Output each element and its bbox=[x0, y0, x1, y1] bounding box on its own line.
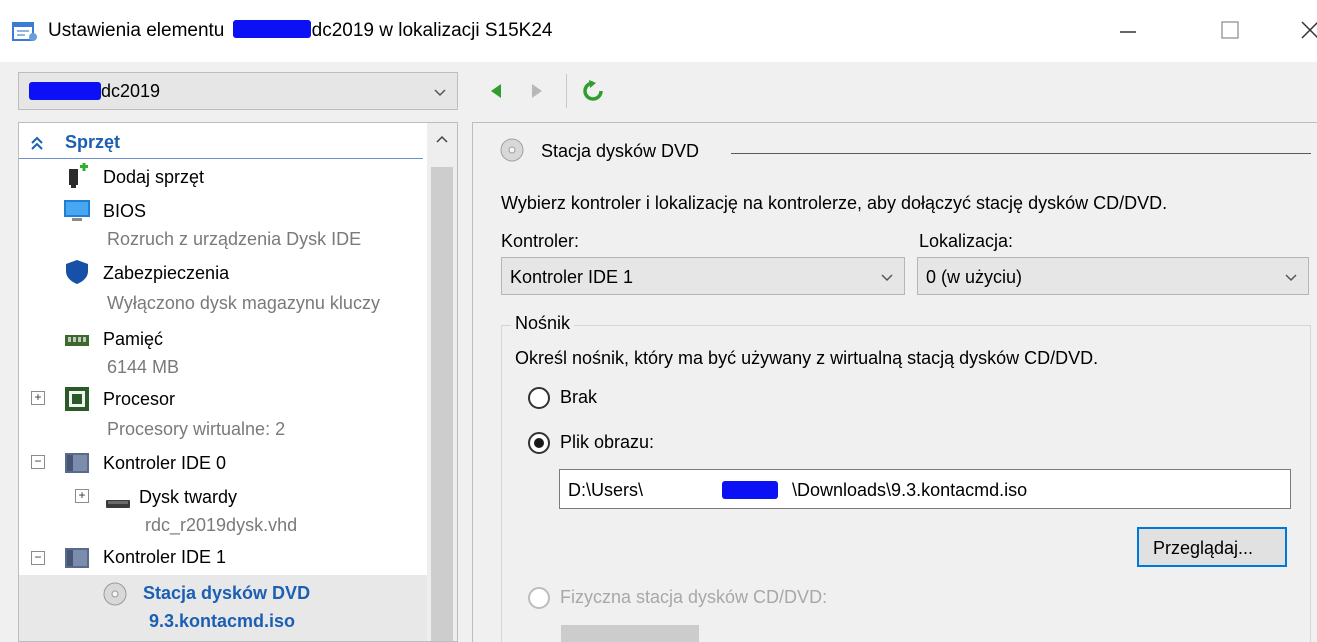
collapse-toggle[interactable]: − bbox=[31, 551, 45, 565]
hardware-item-label: Pamięć bbox=[103, 329, 164, 349]
hard-disk-icon bbox=[106, 500, 130, 508]
window-title-prefix: Ustawienia elementu bbox=[48, 20, 225, 41]
window-title-suffix: dc2019 w lokalizacji S15K24 bbox=[311, 20, 553, 41]
path-prefix: D:\Users\ bbox=[568, 480, 644, 500]
hardware-item-detail: Rozruch z urządzenia Dysk IDE bbox=[107, 229, 362, 249]
hardware-item-label: Kontroler IDE 0 bbox=[103, 453, 227, 473]
chevron-down-icon bbox=[1285, 274, 1297, 282]
collapse-toggle[interactable]: − bbox=[31, 455, 45, 469]
hardware-item-label: Dysk twardy bbox=[139, 487, 238, 507]
hardware-item-label: Stacja dysków DVD bbox=[143, 583, 311, 603]
hardware-section-label: Sprzęt bbox=[65, 132, 121, 152]
hardware-item-label: BIOS bbox=[103, 201, 147, 221]
hardware-item-detail: 9.3.kontacmd.iso bbox=[149, 611, 296, 631]
redaction-mark bbox=[29, 81, 101, 100]
location-select-value: 0 (w użyciu) bbox=[926, 267, 1023, 287]
controller-label: Kontroler: bbox=[501, 231, 580, 251]
title-bar: Ustawienia elementu dc2019 w lokalizacji… bbox=[0, 0, 1317, 62]
vm-name-text: dc2019 bbox=[101, 81, 161, 101]
chevron-down-icon bbox=[434, 89, 446, 97]
ide-controller-icon bbox=[65, 453, 89, 473]
minimize-icon[interactable] bbox=[1108, 10, 1148, 50]
browse-button[interactable]: Przeglądaj... bbox=[1137, 527, 1287, 567]
expand-toggle[interactable]: + bbox=[31, 391, 45, 405]
media-description: Określ nośnik, który ma być używany z wi… bbox=[515, 348, 1099, 368]
controller-select-value: Kontroler IDE 1 bbox=[510, 267, 634, 287]
hardware-item-label: Procesor bbox=[103, 389, 176, 409]
toolbar-separator bbox=[566, 74, 567, 108]
settings-detail-panel: Stacja dysków DVD Wybierz kontroler i lo… bbox=[472, 122, 1317, 642]
browse-button-label: Przeglądaj... bbox=[1153, 538, 1254, 558]
hardware-item-label: Zabezpieczenia bbox=[103, 263, 230, 283]
chevron-down-icon bbox=[881, 274, 893, 282]
media-group-title: Nośnik bbox=[511, 313, 575, 334]
location-label: Lokalizacja: bbox=[919, 231, 1014, 251]
hardware-item-detail: 6144 MB bbox=[107, 357, 180, 377]
image-path-input[interactable]: D:\Users\ \Downloads\9.3.kontacmd.iso bbox=[559, 469, 1291, 509]
hardware-tree-panel: Sprzęt Dodaj sprzęt BIOS Rozruch z urząd… bbox=[18, 122, 458, 642]
chevron-up-icon[interactable] bbox=[433, 131, 451, 147]
hardware-item-label: Dodaj sprzęt bbox=[103, 167, 205, 187]
vm-selector-dropdown[interactable]: dc2019 bbox=[18, 72, 458, 110]
dvd-drive-icon bbox=[500, 138, 524, 162]
scrollbar-thumb[interactable] bbox=[431, 167, 453, 641]
processor-icon bbox=[65, 387, 89, 411]
redaction-mark bbox=[232, 20, 311, 39]
memory-icon bbox=[65, 335, 89, 346]
path-suffix: \Downloads\9.3.kontacmd.iso bbox=[792, 480, 1028, 500]
expand-toggle[interactable]: + bbox=[75, 489, 89, 503]
collapse-arrows-icon bbox=[31, 136, 43, 150]
radio-none[interactable] bbox=[528, 387, 550, 409]
shield-icon bbox=[66, 260, 88, 284]
settings-window-icon bbox=[12, 22, 37, 41]
radio-image-file[interactable] bbox=[528, 432, 550, 454]
hardware-item-label: Kontroler IDE 1 bbox=[103, 547, 227, 567]
vm-selector-value: dc2019 bbox=[29, 81, 160, 103]
hardware-item-detail: Wyłączono dysk magazynu kluczy bbox=[107, 293, 380, 313]
window-title: Ustawienia elementu dc2019 w lokalizacji… bbox=[48, 20, 552, 42]
refresh-icon[interactable] bbox=[580, 78, 606, 104]
hardware-item-detail: Procesory wirtualne: 2 bbox=[107, 419, 286, 439]
maximize-icon[interactable] bbox=[1210, 10, 1250, 50]
location-select[interactable]: 0 (w użyciu) bbox=[917, 257, 1309, 295]
radio-physical-drive-label: Fizyczna stacja dysków CD/DVD: bbox=[560, 587, 828, 607]
physical-drive-select bbox=[561, 625, 699, 642]
forward-arrow-icon[interactable] bbox=[524, 78, 550, 104]
hardware-item-detail: rdc_r2019dysk.vhd bbox=[145, 515, 298, 535]
add-hardware-icon bbox=[69, 163, 88, 188]
redaction-mark bbox=[722, 481, 778, 499]
radio-physical-drive bbox=[528, 587, 550, 609]
hardware-item-dvd-drive[interactable]: Stacja dysków DVD 9.3.kontacmd.iso bbox=[19, 575, 429, 641]
dvd-description: Wybierz kontroler i lokalizację na kontr… bbox=[501, 193, 1168, 213]
hardware-section-header[interactable]: Sprzęt bbox=[19, 127, 423, 159]
close-icon[interactable] bbox=[1290, 10, 1317, 50]
bios-icon bbox=[64, 200, 90, 221]
controller-select[interactable]: Kontroler IDE 1 bbox=[501, 257, 905, 295]
radio-none-label[interactable]: Brak bbox=[560, 387, 597, 408]
ide-controller-icon bbox=[65, 548, 89, 568]
group-title: Stacja dysków DVD bbox=[541, 141, 700, 161]
tree-scrollbar[interactable] bbox=[427, 123, 457, 641]
radio-image-file-label[interactable]: Plik obrazu: bbox=[560, 432, 654, 453]
group-divider bbox=[731, 153, 1311, 154]
back-arrow-icon[interactable] bbox=[483, 78, 509, 104]
dvd-drive-icon bbox=[103, 582, 127, 606]
